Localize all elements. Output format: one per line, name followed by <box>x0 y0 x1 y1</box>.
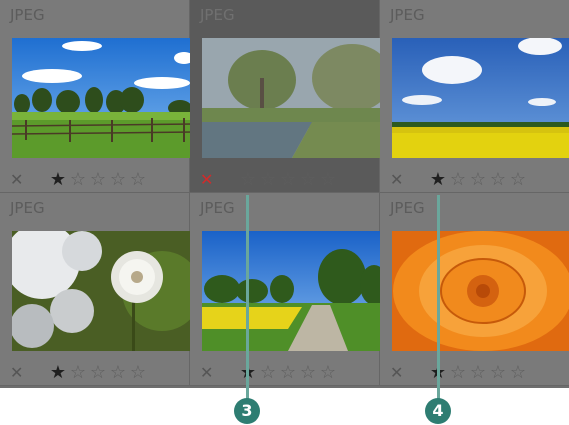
rating-bar: ✕ ★☆☆☆☆ <box>190 361 379 385</box>
star-empty-icon[interactable]: ☆ <box>298 168 318 192</box>
reject-flag-icon[interactable]: ✕ <box>200 361 213 385</box>
photo-cell[interactable]: JPEG ✕ ★☆☆☆☆ <box>190 193 384 386</box>
star-empty-icon[interactable]: ☆ <box>108 361 128 385</box>
file-type-label: JPEG <box>200 6 235 24</box>
reject-flag-icon[interactable]: ✕ <box>390 361 403 385</box>
star-empty-icon[interactable]: ☆ <box>128 361 148 385</box>
star-empty-icon[interactable]: ☆ <box>238 168 258 192</box>
photo-cell[interactable]: JPEG ✕ ★ ☆ ☆ ☆ ☆ <box>0 0 194 193</box>
star-empty-icon[interactable]: ☆ <box>448 168 468 192</box>
file-type-label: JPEG <box>10 6 45 24</box>
photo-thumbnail-rapeseed[interactable] <box>392 38 569 158</box>
star-empty-icon[interactable]: ☆ <box>68 361 88 385</box>
star-filled-icon[interactable]: ★ <box>48 168 68 192</box>
star-empty-icon[interactable]: ☆ <box>448 361 468 385</box>
photo-thumbnail-pond[interactable] <box>202 38 384 158</box>
photo-cell[interactable]: JPEG ✕ ★☆☆☆☆ <box>380 193 569 386</box>
star-empty-icon[interactable]: ☆ <box>108 168 128 192</box>
star-empty-icon[interactable]: ☆ <box>68 168 88 192</box>
photo-cell[interactable]: JPEG ✕ ★☆☆☆☆ <box>380 0 569 193</box>
file-type-label: JPEG <box>390 199 425 217</box>
star-empty-icon[interactable]: ☆ <box>318 168 338 192</box>
star-empty-icon[interactable]: ☆ <box>488 361 508 385</box>
photo-cell-selected[interactable]: JPEG ✕ ☆ ☆ ☆ ☆ ☆ <box>190 0 384 193</box>
star-empty-icon[interactable]: ☆ <box>88 361 108 385</box>
star-rating[interactable]: ★☆☆☆☆ <box>238 361 338 385</box>
star-filled-icon[interactable]: ★ <box>428 168 448 192</box>
photo-thumbnail-dandelion[interactable] <box>12 231 194 351</box>
callout-4-badge: 4 <box>425 398 451 424</box>
star-rating[interactable]: ☆ ☆ ☆ ☆ ☆ <box>238 168 338 192</box>
file-type-label: JPEG <box>390 6 425 24</box>
rating-bar: ✕ ★☆☆☆☆ <box>380 361 569 385</box>
star-empty-icon[interactable]: ☆ <box>508 361 528 385</box>
reject-flag-icon[interactable]: ✕ <box>10 168 23 192</box>
star-rating[interactable]: ★☆☆☆☆ <box>48 168 148 192</box>
rating-bar: ✕ ★☆☆☆☆ <box>0 168 189 192</box>
reject-flag-icon[interactable]: ✕ <box>200 168 213 192</box>
star-empty-icon[interactable]: ☆ <box>508 168 528 192</box>
rating-bar: ✕ ★☆☆☆☆ <box>380 168 569 192</box>
callout-3-badge: 3 <box>234 398 260 424</box>
callout-4-leader-line <box>437 195 440 400</box>
photo-thumbnail-road[interactable] <box>202 231 384 351</box>
reject-flag-icon[interactable]: ✕ <box>390 168 403 192</box>
callout-3-leader-line <box>246 195 249 400</box>
photo-grid: JPEG ✕ ★ ☆ ☆ ☆ ☆ JPEG ✕ ☆ ☆ ☆ ☆ ☆ JPEG ✕… <box>0 0 569 388</box>
photo-thumbnail-meadow[interactable] <box>12 38 194 158</box>
star-empty-icon[interactable]: ☆ <box>258 168 278 192</box>
star-empty-icon[interactable]: ☆ <box>278 168 298 192</box>
star-empty-icon[interactable]: ☆ <box>88 168 108 192</box>
star-filled-icon[interactable]: ★ <box>48 361 68 385</box>
star-rating[interactable]: ★☆☆☆☆ <box>48 361 148 385</box>
star-empty-icon[interactable]: ☆ <box>128 168 148 192</box>
file-type-label: JPEG <box>200 199 235 217</box>
photo-thumbnail-dahlia[interactable] <box>392 231 569 351</box>
star-empty-icon[interactable]: ☆ <box>278 361 298 385</box>
star-empty-icon[interactable]: ☆ <box>258 361 278 385</box>
photo-cell[interactable]: JPEG ✕ ★☆☆☆☆ <box>0 193 194 386</box>
star-empty-icon[interactable]: ☆ <box>488 168 508 192</box>
file-type-label: JPEG <box>10 199 45 217</box>
star-rating[interactable]: ★☆☆☆☆ <box>428 361 528 385</box>
rating-bar: ✕ ☆ ☆ ☆ ☆ ☆ <box>190 168 379 192</box>
rating-bar: ✕ ★☆☆☆☆ <box>0 361 189 385</box>
star-rating[interactable]: ★☆☆☆☆ <box>428 168 528 192</box>
star-empty-icon[interactable]: ☆ <box>468 361 488 385</box>
star-empty-icon[interactable]: ☆ <box>318 361 338 385</box>
star-empty-icon[interactable]: ☆ <box>468 168 488 192</box>
reject-flag-icon[interactable]: ✕ <box>10 361 23 385</box>
star-empty-icon[interactable]: ☆ <box>298 361 318 385</box>
